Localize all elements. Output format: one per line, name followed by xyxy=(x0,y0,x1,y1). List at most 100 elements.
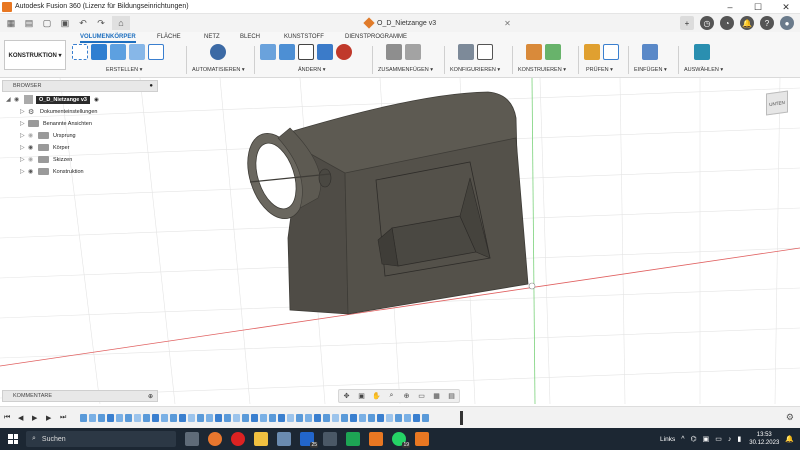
timeline-feature[interactable] xyxy=(107,413,114,422)
joint-icon[interactable] xyxy=(405,44,421,60)
move-icon[interactable] xyxy=(298,44,314,60)
notification-bell-icon[interactable]: 🔔 xyxy=(785,435,794,443)
timeline-feature[interactable] xyxy=(134,413,141,422)
timeline-feature[interactable] xyxy=(233,413,240,422)
timeline-feature[interactable] xyxy=(125,413,132,422)
expand-triangle-icon[interactable]: ▷ xyxy=(20,132,28,139)
press-pull-icon[interactable] xyxy=(260,44,276,60)
data-panel-icon[interactable]: ▤ xyxy=(22,17,36,29)
pan-hand-icon[interactable]: ✋ xyxy=(371,391,382,402)
canvas-viewport[interactable] xyxy=(0,78,800,404)
mail-icon[interactable]: 25 xyxy=(300,432,318,448)
new-tab-button[interactable]: + xyxy=(680,16,694,30)
tab-netz[interactable]: NETZ xyxy=(204,34,220,40)
timeline-feature[interactable] xyxy=(296,413,303,422)
redo-icon[interactable]: ↷ xyxy=(94,17,108,29)
chevron-up-icon[interactable]: ^ xyxy=(681,436,684,443)
timeline-feature[interactable] xyxy=(413,413,420,422)
timeline-feature[interactable] xyxy=(143,413,150,422)
automate-icon[interactable] xyxy=(210,44,226,60)
radio-icon[interactable]: ◉ xyxy=(94,97,99,103)
orbit-icon[interactable]: ✥ xyxy=(341,391,352,402)
group-label-einfuegen[interactable]: EINFÜGEN ▾ xyxy=(634,67,667,73)
visibility-eye-icon[interactable]: ◉ xyxy=(14,96,24,103)
new-component-icon[interactable] xyxy=(386,44,402,60)
timeline-feature[interactable] xyxy=(404,413,411,422)
fillet-icon[interactable] xyxy=(279,44,295,60)
browser-panel-header[interactable]: BROWSER ● xyxy=(2,80,158,92)
plane-angle-icon[interactable] xyxy=(545,44,561,60)
store-icon[interactable] xyxy=(277,432,291,446)
extrude-icon[interactable] xyxy=(91,44,107,60)
pattern-icon[interactable] xyxy=(148,44,164,60)
nietzange-body[interactable] xyxy=(238,91,529,315)
timeline-feature[interactable] xyxy=(269,413,276,422)
home-icon[interactable]: ⌂ xyxy=(112,16,130,30)
table-icon[interactable] xyxy=(477,44,493,60)
extensions-icon[interactable]: ◷ xyxy=(700,16,714,30)
document-tab[interactable]: O_D_Nietzange v3 ✕ xyxy=(363,16,511,30)
group-label-konstruieren[interactable]: KONSTRUIEREN ▾ xyxy=(518,67,566,73)
timeline-feature[interactable] xyxy=(161,413,168,422)
timeline-feature[interactable] xyxy=(251,413,258,422)
timeline-feature[interactable] xyxy=(197,413,204,422)
tree-item-dokumenteinstellungen[interactable]: ▷ ⚙ Dokumenteinstellungen xyxy=(20,106,97,117)
notifications-icon[interactable]: 🔔 xyxy=(740,16,754,30)
clock[interactable]: 13:53 30.12.2023 xyxy=(749,431,779,447)
visibility-eye-icon[interactable]: ◉ xyxy=(28,168,38,175)
offset-plane-icon[interactable] xyxy=(526,44,542,60)
tab-volumenkoerper[interactable]: VOLUMENKÖRPER xyxy=(80,34,136,43)
insert-icon[interactable] xyxy=(642,44,658,60)
timeline-feature[interactable] xyxy=(314,413,321,422)
viewports-icon[interactable]: ▤ xyxy=(446,391,457,402)
timeline-feature[interactable] xyxy=(80,413,87,422)
hole-icon[interactable] xyxy=(129,44,145,60)
timeline-feature[interactable] xyxy=(323,413,330,422)
timeline-feature[interactable] xyxy=(215,413,222,422)
timeline-feature[interactable] xyxy=(152,413,159,422)
measure-icon[interactable] xyxy=(584,44,600,60)
camera-icon[interactable]: ▣ xyxy=(703,435,710,443)
taskbar-search-box[interactable]: ⌕ Suchen xyxy=(26,431,176,447)
whatsapp-icon[interactable]: 19 xyxy=(392,432,410,448)
file-menu-icon[interactable]: ▢ xyxy=(40,17,54,29)
tab-blech[interactable]: BLECH xyxy=(240,34,260,40)
timeline-end-icon[interactable]: ⏭ xyxy=(60,414,70,422)
group-label-pruefen[interactable]: PRÜFEN ▾ xyxy=(586,67,613,73)
timeline-next-icon[interactable]: ▶ xyxy=(46,414,56,422)
expand-triangle-icon[interactable]: ▷ xyxy=(20,168,28,175)
timeline-feature[interactable] xyxy=(188,413,195,422)
timeline-feature[interactable] xyxy=(332,413,339,422)
model-canvas[interactable] xyxy=(0,78,800,404)
zoom-icon[interactable]: ⌕ xyxy=(386,391,397,402)
comments-add-icon[interactable]: ⊕ xyxy=(148,393,153,400)
visibility-eye-icon[interactable]: ◉ xyxy=(28,156,38,163)
group-label-erstellen[interactable]: ERSTELLEN ▾ xyxy=(106,67,142,73)
group-label-zusammenfuegen[interactable]: ZUSAMMENFÜGEN ▾ xyxy=(378,67,433,73)
timeline-feature[interactable] xyxy=(278,413,285,422)
tree-item-skizzen[interactable]: ▷ ◉ Skizzen xyxy=(20,154,72,165)
configure-icon[interactable] xyxy=(458,44,474,60)
timeline-feature[interactable] xyxy=(422,413,429,422)
expand-triangle-icon[interactable]: ▷ xyxy=(20,144,28,151)
timeline-feature[interactable] xyxy=(305,413,312,422)
wifi-icon[interactable]: ⌬ xyxy=(691,435,697,443)
group-label-automatisieren[interactable]: AUTOMATISIEREN ▾ xyxy=(192,67,245,73)
expand-triangle-icon[interactable]: ▷ xyxy=(20,156,28,163)
tab-flaeche[interactable]: FLÄCHE xyxy=(157,34,181,40)
align-icon[interactable] xyxy=(317,44,333,60)
timeline-feature[interactable] xyxy=(377,413,384,422)
tree-item-ursprung[interactable]: ▷ ◉ Ursprung xyxy=(20,130,76,141)
file-explorer-icon[interactable] xyxy=(254,432,268,446)
timeline-marker[interactable] xyxy=(460,411,463,425)
tree-item-benannte-ansichten[interactable]: ▷ Benannte Ansichten xyxy=(20,118,92,129)
timeline-play-icon[interactable]: ▶ xyxy=(32,414,42,422)
expand-triangle-icon[interactable]: ▷ xyxy=(20,108,28,115)
save-icon[interactable]: ▣ xyxy=(58,17,72,29)
group-label-konfigurieren[interactable]: KONFIGURIEREN ▾ xyxy=(450,67,500,73)
timeline-feature[interactable] xyxy=(116,413,123,422)
look-at-icon[interactable]: ▣ xyxy=(356,391,367,402)
firefox-icon[interactable] xyxy=(208,432,222,446)
fusion-active-icon[interactable] xyxy=(415,432,429,446)
tab-kunststoff[interactable]: KUNSTSTOFF xyxy=(284,34,324,40)
